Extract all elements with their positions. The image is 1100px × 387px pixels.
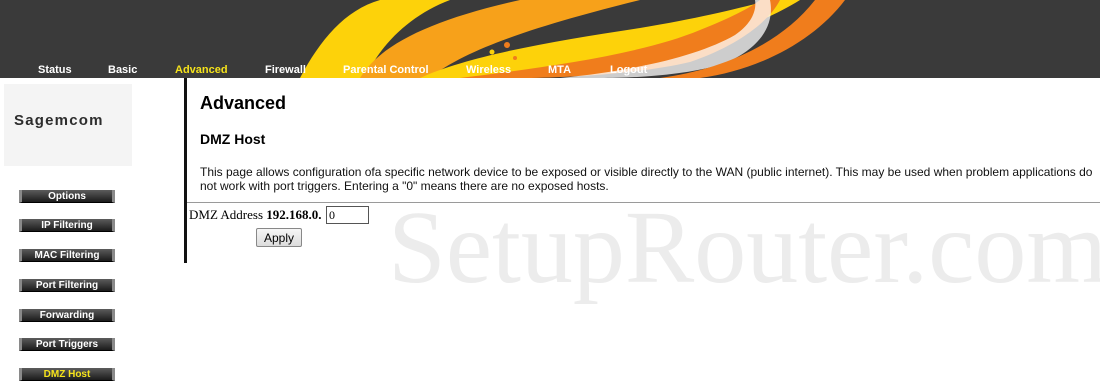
dmz-host-octet-input[interactable] bbox=[326, 206, 369, 224]
nav-status[interactable]: Status bbox=[38, 63, 72, 78]
page-title: Advanced bbox=[200, 93, 287, 113]
nav-mta[interactable]: MTA bbox=[548, 63, 571, 78]
dmz-ip-prefix: 192.168.0. bbox=[266, 207, 322, 222]
nav-wireless[interactable]: Wireless bbox=[466, 63, 511, 78]
nav-basic[interactable]: Basic bbox=[108, 63, 137, 78]
sagemcom-logo: Sagemcom bbox=[14, 112, 104, 129]
horizontal-rule bbox=[187, 202, 1100, 203]
section-title: DMZ Host bbox=[200, 131, 266, 147]
dmz-address-row: DMZ Address 192.168.0. bbox=[189, 206, 322, 224]
sidebar-item-forwarding[interactable]: Forwarding bbox=[19, 309, 115, 322]
sidebar-item-ip-filtering[interactable]: IP Filtering bbox=[19, 219, 115, 232]
header-banner: Status Basic Advanced Firewall Parental … bbox=[0, 0, 1100, 78]
nav-parental-control[interactable]: Parental Control bbox=[343, 63, 429, 78]
page-description: This page allows configuration ofa speci… bbox=[200, 165, 1093, 193]
apply-button[interactable]: Apply bbox=[256, 228, 302, 247]
sidebar-item-options[interactable]: Options bbox=[19, 190, 115, 203]
nav-firewall[interactable]: Firewall bbox=[265, 63, 306, 78]
top-nav: Status Basic Advanced Firewall Parental … bbox=[0, 63, 1100, 78]
nav-logout[interactable]: Logout bbox=[610, 63, 647, 78]
sidebar-item-port-filtering[interactable]: Port Filtering bbox=[19, 279, 115, 292]
nav-advanced[interactable]: Advanced bbox=[175, 63, 228, 78]
watermark: SetupRouter.com bbox=[388, 190, 1100, 305]
sidebar-item-dmz-host[interactable]: DMZ Host bbox=[19, 368, 115, 381]
content-divider bbox=[184, 78, 187, 263]
dmz-address-label: DMZ Address bbox=[189, 207, 264, 222]
sidebar-item-mac-filtering[interactable]: MAC Filtering bbox=[19, 249, 115, 262]
sidebar-item-port-triggers[interactable]: Port Triggers bbox=[19, 338, 115, 351]
